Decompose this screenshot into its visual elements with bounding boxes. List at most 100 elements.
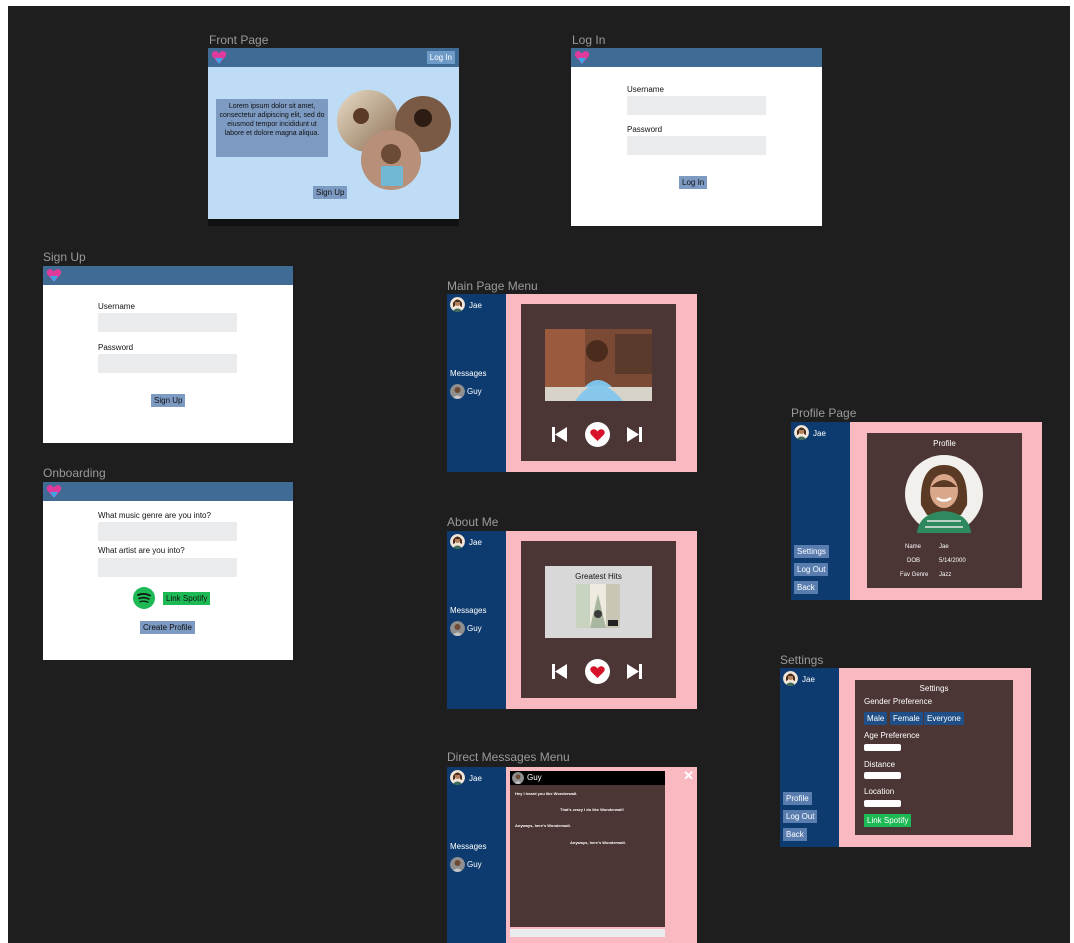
profile-button[interactable]: Profile [783, 792, 812, 805]
next-icon[interactable] [626, 426, 643, 443]
front-page-frame: Log In Lorem ipsum dolor sit amet, conse… [208, 48, 459, 226]
settings-button[interactable]: Settings [794, 545, 829, 558]
front-login-button[interactable]: Log In [426, 51, 455, 64]
sidebar: Jae Settings Log Out Back [791, 422, 850, 600]
logout-button[interactable]: Log Out [783, 810, 818, 823]
profile-dob-key: DOB [907, 558, 921, 564]
sidebar: Jae Profile Log Out Back [780, 668, 839, 847]
messages-heading: Messages [450, 369, 487, 378]
intro-text: Lorem ipsum dolor sit amet, consectetur … [216, 99, 328, 157]
username-input[interactable] [98, 313, 237, 332]
chat-message-received: Anyways, here's Wonderwall. [515, 823, 571, 828]
chat-message-received: Hey I heard you like Wonderwall. [515, 791, 578, 796]
top-bar [571, 48, 822, 67]
main-page-frame: Jae Messages Guy [447, 294, 697, 472]
profile-genre-value: Jazz [939, 572, 952, 578]
chat-messages-area: Hey I heard you like Wonderwall. That's … [510, 785, 665, 927]
profile-heading: Profile [933, 439, 956, 448]
back-button[interactable]: Back [794, 581, 818, 594]
previous-icon[interactable] [551, 663, 568, 680]
song-card [521, 304, 676, 461]
gender-option-female[interactable]: Female [890, 712, 923, 725]
current-user-name[interactable]: Jae [469, 301, 482, 310]
sidebar: Jae Messages Guy [447, 294, 506, 472]
like-heart-icon[interactable] [585, 659, 610, 684]
sidebar: Jae Messages Guy [447, 767, 506, 943]
age-preference-input[interactable] [864, 744, 901, 751]
contact-name[interactable]: Guy [467, 624, 482, 633]
app-logo-icon [46, 269, 62, 282]
frame-title-log-in: Log In [572, 33, 606, 47]
chat-header: Guy [510, 771, 665, 785]
onboarding-frame: What music genre are you into? What arti… [43, 482, 293, 660]
log-in-frame: Username Password Log In [571, 48, 822, 226]
design-canvas: Front Page Log In Lorem ipsum dolor sit … [8, 6, 1070, 943]
top-bar [43, 482, 293, 501]
settings-frame: Jae Profile Log Out Back Settings Gender… [780, 668, 1031, 847]
match-photo-image [545, 329, 652, 401]
profile-genre-key: Fav Genre [900, 572, 929, 578]
user-avatar[interactable] [794, 425, 809, 440]
back-button[interactable]: Back [783, 828, 807, 841]
artist-input[interactable] [98, 558, 237, 577]
login-submit-button[interactable]: Log In [679, 176, 708, 189]
content-background: Greatest Hits [506, 531, 697, 709]
create-profile-button[interactable]: Create Profile [140, 621, 195, 634]
gender-option-everyone[interactable]: Everyone [924, 712, 964, 725]
gender-option-male[interactable]: Male [864, 712, 888, 725]
password-input[interactable] [98, 354, 237, 373]
password-input[interactable] [627, 136, 766, 155]
content-background [506, 294, 697, 472]
frame-bottom-bar [208, 219, 459, 226]
chat-contact-avatar [512, 772, 524, 784]
like-heart-icon[interactable] [585, 422, 610, 447]
previous-icon[interactable] [551, 426, 568, 443]
contact-avatar[interactable] [450, 384, 465, 399]
link-spotify-button[interactable]: Link Spotify [163, 592, 211, 605]
link-spotify-button[interactable]: Link Spotify [864, 814, 912, 827]
messages-heading: Messages [450, 842, 487, 851]
next-icon[interactable] [626, 663, 643, 680]
contact-avatar[interactable] [450, 621, 465, 636]
message-input[interactable] [510, 929, 665, 937]
location-input[interactable] [864, 800, 901, 807]
current-user-name[interactable]: Jae [469, 774, 482, 783]
signup-submit-button[interactable]: Sign Up [151, 394, 186, 407]
front-signup-button[interactable]: Sign Up [313, 186, 348, 199]
top-bar: Log In [208, 48, 459, 67]
app-logo-icon [46, 485, 62, 498]
genre-input[interactable] [98, 522, 237, 541]
content-background: Profile Name Jae DOB 5/14/2000 Fav Genre… [850, 422, 1042, 600]
distance-input[interactable] [864, 772, 901, 779]
user-avatar[interactable] [450, 534, 465, 549]
user-avatar[interactable] [783, 671, 798, 686]
contact-avatar[interactable] [450, 857, 465, 872]
contact-name[interactable]: Guy [467, 860, 482, 869]
profile-name-value: Jae [939, 544, 949, 550]
frame-title-direct-messages: Direct Messages Menu [447, 750, 570, 764]
password-label: Password [627, 125, 663, 134]
username-input[interactable] [627, 96, 766, 115]
current-user-name[interactable]: Jae [469, 538, 482, 547]
content-background: Settings Gender Preference Male Female E… [839, 668, 1031, 847]
chat-message-sent: That's crazy I do like Wonderwall! [560, 807, 624, 812]
chat-message-sent: Anyways, here's Wonderwall. [570, 840, 626, 845]
settings-card: Settings Gender Preference Male Female E… [855, 680, 1013, 835]
logout-button[interactable]: Log Out [794, 563, 829, 576]
user-avatar[interactable] [450, 770, 465, 785]
profile-dob-value: 5/14/2000 [939, 558, 966, 564]
frame-title-profile-page: Profile Page [791, 406, 857, 420]
current-user-name[interactable]: Jae [813, 429, 826, 438]
app-logo-icon [574, 51, 590, 64]
user-avatar[interactable] [450, 297, 465, 312]
settings-heading: Settings [919, 684, 949, 693]
current-user-name[interactable]: Jae [802, 675, 815, 684]
chat-contact-name: Guy [527, 773, 542, 782]
album-card: Greatest Hits [545, 566, 652, 638]
contact-name[interactable]: Guy [467, 387, 482, 396]
people-collage-image [337, 90, 451, 190]
top-bar [43, 266, 293, 285]
profile-photo-image [905, 455, 983, 533]
direct-messages-frame: Jae Messages Guy Guy ✕ Hey I heard you l… [447, 767, 697, 943]
close-icon[interactable]: ✕ [683, 768, 694, 784]
